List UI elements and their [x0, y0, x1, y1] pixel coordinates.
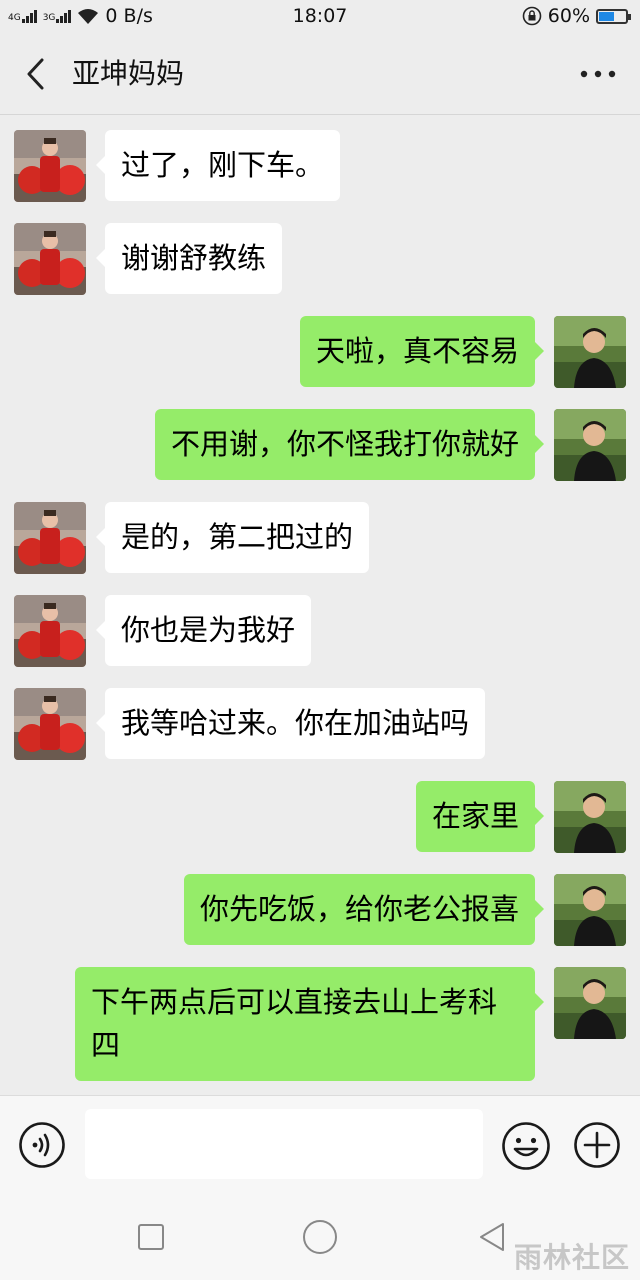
back-triangle-icon[interactable] — [475, 1220, 509, 1254]
status-right: 60% — [522, 5, 631, 27]
home-icon[interactable] — [303, 1220, 337, 1254]
battery-icon — [596, 8, 631, 24]
message-bubble[interactable]: 我等哈过来。你在加油站吗 — [95, 688, 486, 759]
battery-percent: 60% — [547, 5, 590, 27]
my-avatar[interactable] — [554, 316, 626, 388]
back-button[interactable] — [20, 56, 54, 92]
my-avatar[interactable] — [554, 781, 626, 853]
message-bubble[interactable]: 是的，第二把过的 — [95, 502, 370, 573]
watermark: 雨林社区 — [513, 1241, 630, 1274]
chevron-left-icon — [27, 58, 44, 90]
contact-avatar[interactable] — [14, 223, 86, 295]
message-bubble[interactable]: 天啦，真不容易 — [299, 316, 545, 387]
chat-title: 亚坤妈妈 — [72, 57, 185, 90]
plus-icon — [574, 1122, 620, 1168]
more-dots-icon — [580, 70, 616, 78]
more-button[interactable] — [578, 58, 618, 90]
emoji-button[interactable] — [501, 1121, 551, 1171]
system-nav-bar: 雨林社区 — [0, 1190, 640, 1280]
chat-message-list[interactable]: 过了，刚下车。 谢谢舒教练 天啦，真不容易 不用谢，你不怪我打你就好 是的，第二把过的你… — [0, 115, 640, 1095]
recent-apps-icon[interactable] — [138, 1224, 164, 1250]
more-functions-button[interactable] — [573, 1121, 621, 1169]
message-bubble[interactable]: 不用谢，你不怪我打你就好 — [154, 409, 545, 480]
contact-avatar[interactable] — [14, 688, 86, 760]
voice-button[interactable] — [18, 1121, 66, 1169]
message-bubble[interactable]: 过了，刚下车。 — [95, 130, 341, 201]
chat-header: 亚坤妈妈 — [0, 34, 640, 115]
message-bubble[interactable]: 你先吃饭，给你老公报喜 — [183, 874, 545, 945]
my-avatar[interactable] — [554, 409, 626, 481]
message-bubble[interactable]: 谢谢舒教练 — [95, 223, 283, 294]
emoji-icon — [502, 1122, 550, 1170]
rotation-lock-icon — [522, 6, 542, 26]
message-bubble[interactable]: 在家里 — [415, 781, 545, 852]
voice-icon — [19, 1122, 65, 1168]
contact-avatar[interactable] — [14, 130, 86, 202]
my-avatar[interactable] — [554, 967, 626, 1039]
input-bar — [0, 1095, 640, 1191]
contact-avatar[interactable] — [14, 595, 86, 667]
message-bubble[interactable]: 下午两点后可以直接去山上考科四 — [75, 967, 544, 1081]
my-avatar[interactable] — [554, 874, 626, 946]
message-bubble[interactable]: 你也是为我好 — [95, 595, 312, 666]
status-bar: 4G 3G 0 B/s 18:07 60% — [0, 0, 640, 34]
message-input[interactable] — [85, 1109, 483, 1179]
contact-avatar[interactable] — [14, 502, 86, 574]
